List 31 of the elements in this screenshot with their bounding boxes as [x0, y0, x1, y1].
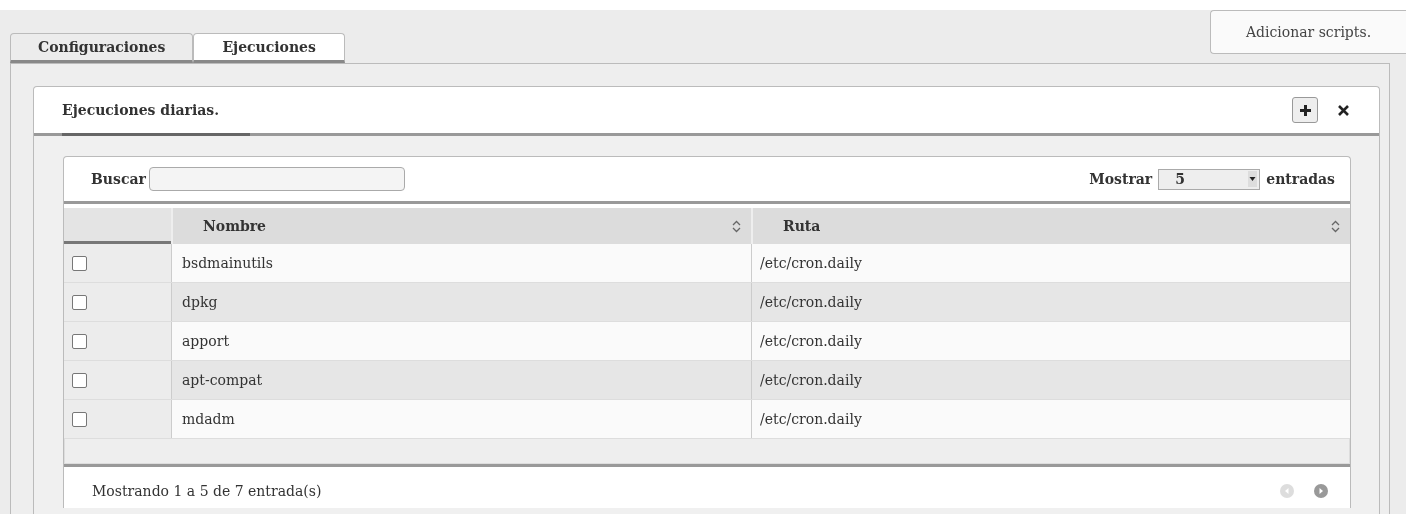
row-checkbox[interactable]: [72, 411, 87, 427]
tab[interactable]: Configuraciones: [10, 33, 194, 63]
sort-icon: [732, 219, 741, 233]
table-cell: /etc/cron.daily: [751, 400, 1350, 438]
search-field[interactable]: [148, 167, 405, 191]
row-checkbox[interactable]: [72, 333, 87, 349]
table-cell: apt-compat: [171, 361, 751, 399]
entries-dropdown[interactable]: 5: [1158, 168, 1261, 190]
add-button[interactable]: [1292, 97, 1318, 123]
next-page-icon[interactable]: [1314, 483, 1328, 498]
table-cell: bsdmainutils: [171, 244, 751, 282]
sort-icon: [1331, 219, 1340, 233]
search-label: Buscar: [91, 171, 146, 187]
tab[interactable]: Ejecuciones: [193, 33, 345, 63]
entries-label: entradas: [1266, 171, 1335, 187]
row-checkbox[interactable]: [72, 294, 87, 310]
table-cell: /etc/cron.daily: [751, 361, 1350, 399]
add-scripts-button[interactable]: Adicionar scripts.: [1210, 10, 1406, 54]
plus-icon: [1299, 104, 1311, 116]
table-cell: /etc/cron.daily: [751, 322, 1350, 360]
table-cell: apport: [171, 322, 751, 360]
close-icon[interactable]: [1338, 104, 1349, 116]
row-checkbox[interactable]: [72, 372, 87, 388]
entries-info: Mostrando 1 a 5 de 7 entrada(s): [92, 482, 322, 499]
row-checkbox[interactable]: [72, 255, 87, 271]
table-cell: mdadm: [171, 400, 751, 438]
panel-title: Ejecuciones diarias.: [62, 102, 220, 118]
table-cell: dpkg: [171, 283, 751, 321]
table-cell: /etc/cron.daily: [751, 244, 1350, 282]
show-label: Mostrar: [1089, 171, 1153, 187]
table-cell: /etc/cron.daily: [751, 283, 1350, 321]
